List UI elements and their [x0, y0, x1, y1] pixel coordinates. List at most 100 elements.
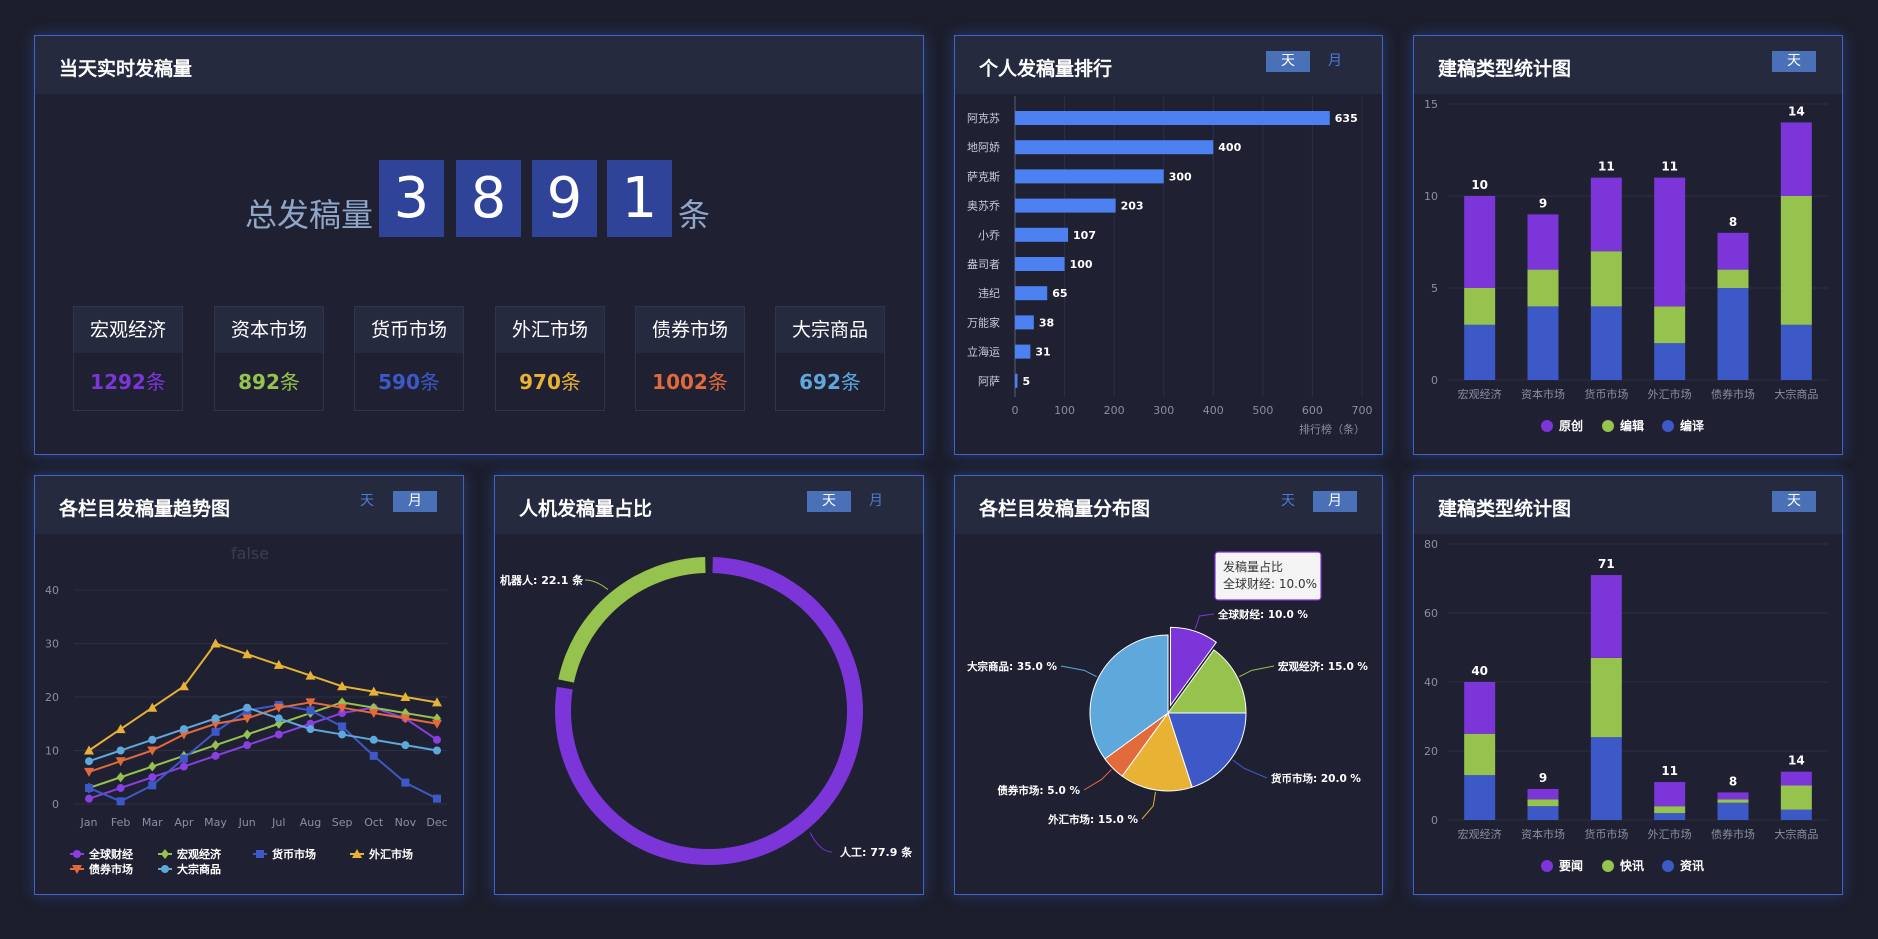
bar-total-label: 8 [1729, 774, 1737, 788]
total-digit: 3 [379, 160, 444, 237]
bar-total-label: 11 [1661, 764, 1678, 778]
stacked-bar-segment [1590, 251, 1622, 307]
panel-header: 当天实时发稿量 [35, 36, 923, 94]
x-tick-label: 100 [1054, 404, 1075, 417]
legend-marker [1662, 420, 1674, 432]
bar [1015, 315, 1034, 330]
slice-label: 人工: 77.9 条 [840, 845, 913, 859]
stacked-bar-segment [1717, 288, 1749, 380]
x-tick-label: 货币市场 [1584, 387, 1628, 401]
bar-total-label: 14 [1788, 104, 1805, 118]
legend-marker [1662, 860, 1674, 872]
x-tick-label: 300 [1153, 404, 1174, 417]
total-digit: 9 [532, 160, 597, 237]
line-point [433, 746, 441, 755]
total-label: 总发稿量 [245, 196, 374, 234]
legend-label: 原创 [1559, 418, 1583, 433]
ranking-chart: 0 100 200 300 400 500 600 700 阿克苏 635 地阿娇 400 萨克斯 300… [967, 96, 1373, 436]
x-tick-label: Jun [238, 816, 256, 829]
y-tick-label: 40 [45, 584, 59, 597]
line-point [306, 725, 315, 734]
stacked-bar-segment [1654, 782, 1686, 807]
label-leader [584, 579, 609, 590]
label-leader [809, 832, 833, 853]
line-point [73, 850, 81, 858]
legend-label: 债券市场 [89, 862, 133, 876]
x-tick-label: Feb [111, 816, 130, 829]
legend-label: 宏观经济 [177, 847, 222, 861]
y-tick-label: 60 [1424, 607, 1438, 620]
stacked-bar-segment [1717, 802, 1749, 820]
bar-category-label: 违纪 [978, 287, 1000, 300]
line-point [369, 735, 378, 744]
category-unit: 条 [840, 370, 861, 394]
stacked-bar-segment [1780, 809, 1812, 820]
bar-category-label: 阿萨 [978, 375, 1000, 388]
legend-label: 快讯 [1620, 858, 1644, 873]
category-count: 892 [238, 370, 280, 394]
category-value: 1002条 [636, 353, 744, 411]
line-point [116, 772, 125, 783]
x-tick-label: Dec [426, 816, 447, 829]
stacked-bar-segment [1780, 785, 1812, 810]
bar-total-label: 9 [1539, 196, 1547, 210]
x-tick-label: Oct [364, 816, 384, 829]
line-point [85, 794, 93, 803]
category-unit: 条 [560, 370, 581, 394]
stacked-bar-segment [1527, 788, 1559, 800]
bar [1015, 140, 1214, 155]
type-stats-panel-1: 建稿类型统计图 天 0 5 10 15 10 宏观经济 9 资本市场 11 货币市场 11 外汇市场 8… [1413, 35, 1843, 455]
category-unit: 条 [707, 370, 728, 394]
category-value: 692条 [776, 353, 884, 411]
stacked-bar-segment [1590, 306, 1622, 380]
stacked-bar-segment [1527, 306, 1559, 380]
line-point [179, 725, 188, 734]
x-tick-label: 债券市场 [1711, 827, 1755, 841]
y-tick-label: 40 [1424, 676, 1438, 689]
category-unit: 条 [419, 370, 440, 394]
stacked-bar-segment [1654, 177, 1686, 307]
slice-label: 宏观经济: 15.0 % [1278, 660, 1368, 673]
label-leader [1083, 769, 1112, 791]
stacked-bar-segment [1527, 214, 1559, 270]
line-point [274, 714, 283, 723]
slice-label: 货币市场: 20.0 % [1270, 772, 1361, 785]
legend-label: 货币市场 [271, 847, 316, 861]
trend-line-chart: false 0 10 20 30 40 Jan Feb Mar Apr May Jun Jul Aug Se… [45, 544, 448, 876]
y-tick-label: 5 [1431, 282, 1438, 295]
slice-label: 债券市场: 5.0 % [997, 784, 1080, 797]
stacked-bar-segment [1780, 196, 1812, 325]
y-tick-label: 80 [1424, 538, 1438, 551]
line-point [243, 703, 252, 712]
bar-category-label: 奥苏乔 [967, 199, 1000, 213]
x-tick-label: 400 [1203, 404, 1224, 417]
category-card: 货币市场 590条 [354, 306, 464, 411]
x-tick-label: 外汇市场 [1648, 827, 1692, 841]
total-row: 总发稿量 3 8 9 1 条 [35, 160, 923, 240]
bar-value-label: 38 [1039, 316, 1054, 329]
label-leader [1194, 613, 1215, 630]
line-point [243, 729, 252, 740]
slice-label: 机器人: 22.1 条 [500, 573, 584, 587]
stacked-bar-segment [1590, 177, 1622, 252]
line-point [179, 754, 188, 763]
donut-chart: 人工: 77.9 条 机器人: 22.1 条 [500, 557, 913, 865]
bar-value-label: 107 [1073, 229, 1096, 242]
x-tick-label: 资本市场 [1521, 827, 1565, 841]
legend-label: 资讯 [1680, 858, 1704, 873]
bar-total-label: 14 [1788, 754, 1805, 768]
y-tick-label: 20 [45, 691, 59, 704]
category-card: 资本市场 892条 [214, 306, 324, 411]
category-name: 资本市场 [215, 307, 323, 353]
category-count: 1002 [652, 370, 708, 394]
category-unit: 条 [279, 370, 300, 394]
category-card: 外汇市场 970条 [495, 306, 605, 411]
stacked-bar-chart-1: 0 5 10 15 10 宏观经济 9 资本市场 11 货币市场 11 外汇市场 8 债券市场 14 大宗商品… [1424, 98, 1828, 433]
line-point [211, 751, 220, 760]
bar-value-label: 300 [1169, 170, 1192, 183]
bar [1015, 257, 1065, 271]
line-point [85, 757, 93, 766]
bar-total-label: 11 [1661, 160, 1678, 174]
line-point [115, 724, 126, 734]
slice-label: 全球财经: 10.0 % [1217, 608, 1308, 621]
